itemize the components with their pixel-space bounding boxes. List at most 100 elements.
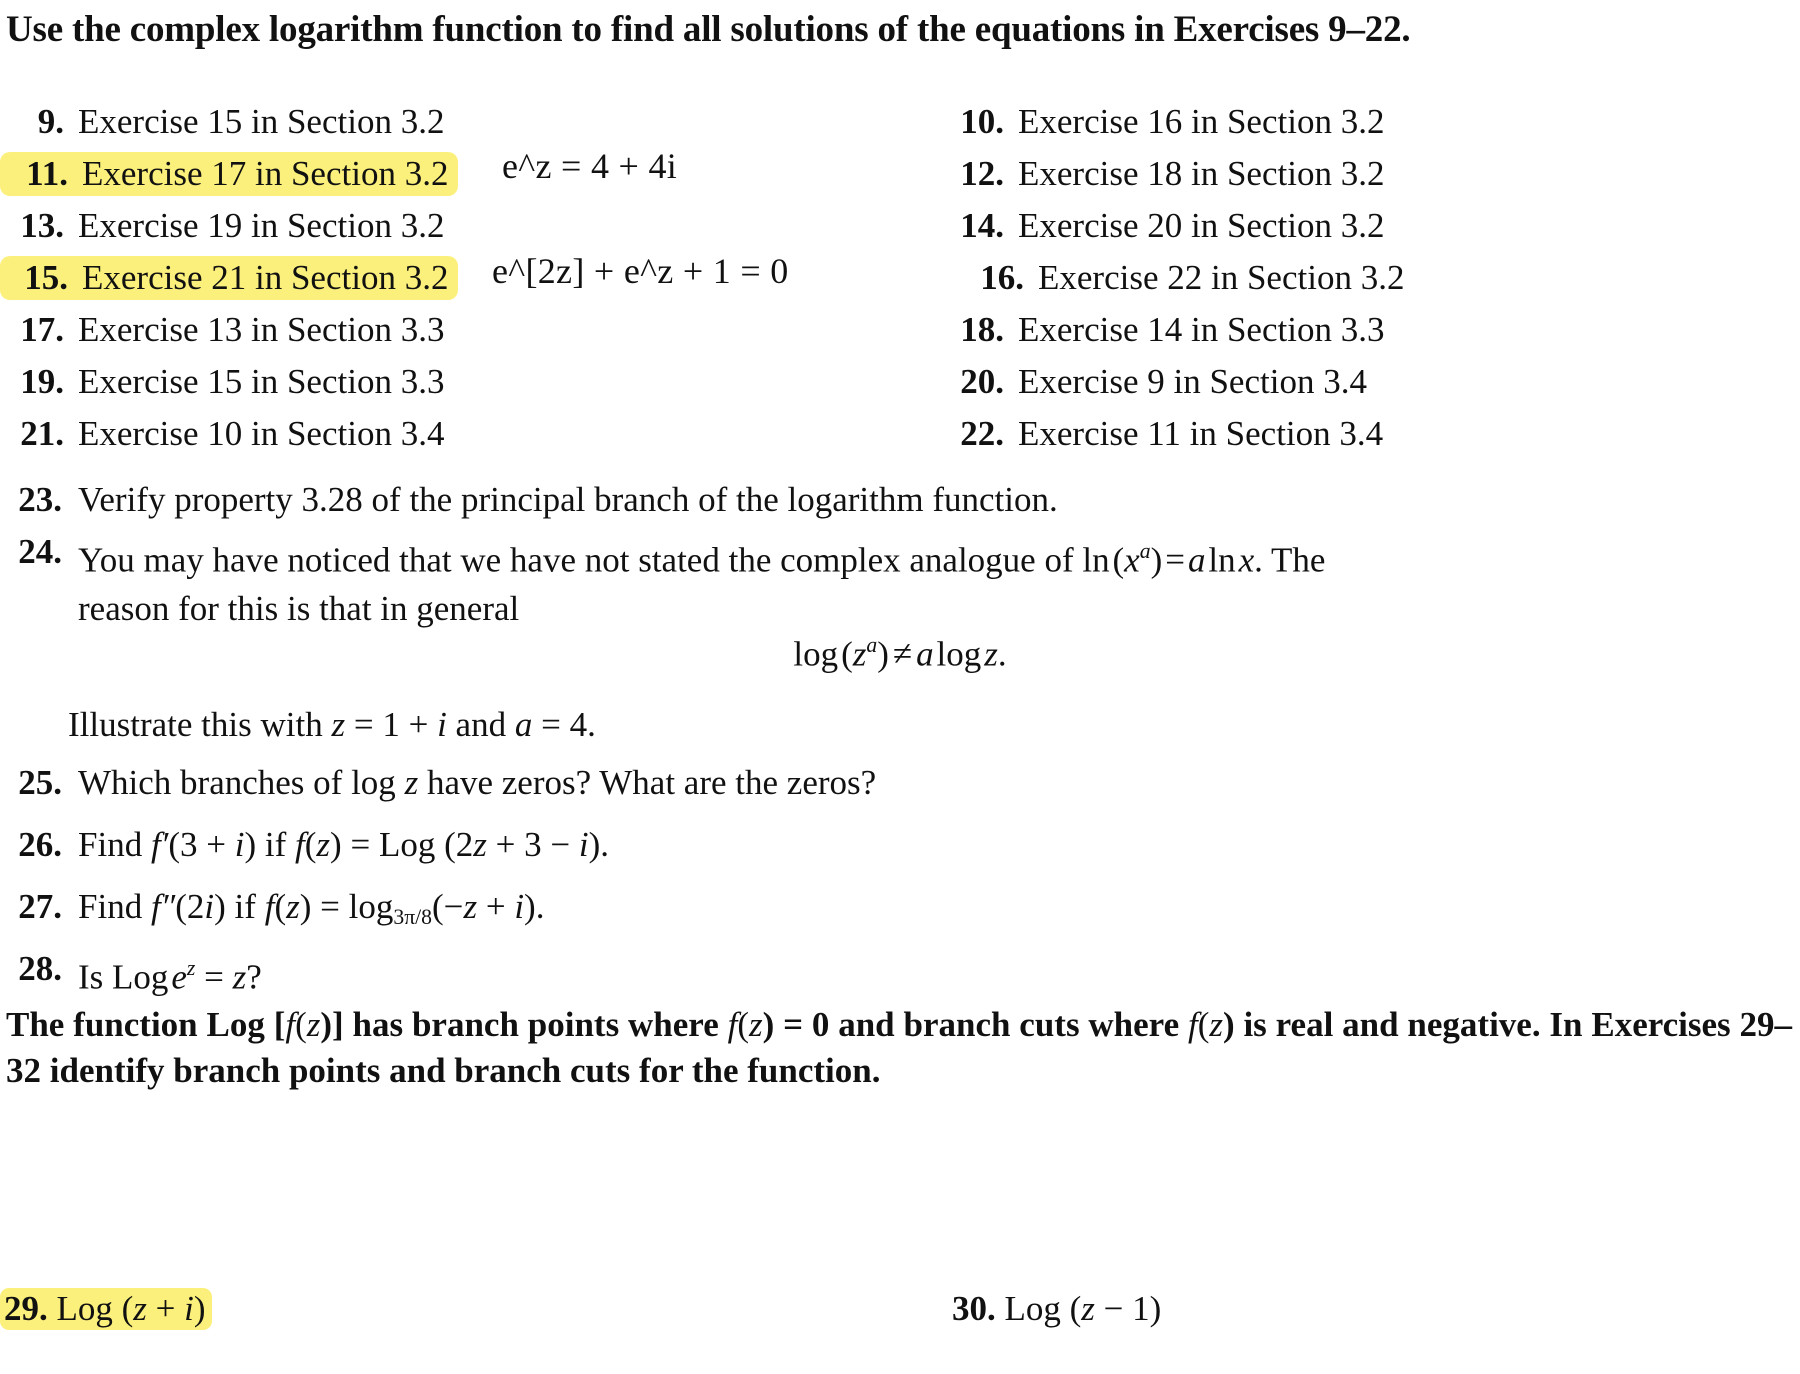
exercise-text: Exercise 13 in Section 3.3 (78, 310, 445, 349)
ex26-equals: ) = (330, 825, 379, 864)
exercise-text: Exercise 14 in Section 3.3 (1018, 310, 1385, 349)
ex26-arg3b: + 3 − (486, 825, 579, 864)
ex24-x-exponent: a (1139, 539, 1151, 563)
ex27-f-double-prime: f″ (150, 887, 176, 926)
para-h: ( (1197, 1005, 1210, 1044)
ex26-f-prime: f′ (150, 825, 169, 864)
branch-points-paragraph: The function Log [f(z)] has branch point… (6, 1002, 1792, 1093)
exercise-number: 15. (24, 258, 68, 297)
ex28-equals: = (195, 957, 233, 997)
exercise-text: Find f″(2i) if f(z) = log3π/8(−z + i). (78, 882, 1760, 942)
para-d: )] has branch points where (320, 1005, 728, 1044)
ex26-f: f (295, 825, 305, 864)
exercise-text: Exercise 9 in Section 3.4 (1018, 362, 1367, 401)
exercise-row: 17. Exercise 13 in Section 3.3 18. Exercis… (0, 308, 1800, 360)
ln-operator-rhs: ln (1208, 540, 1236, 580)
exercise-number: 18. (960, 310, 1004, 349)
exercise-number: 14. (960, 206, 1004, 245)
exercise-text: Exercise 17 in Section 3.2 (82, 154, 449, 193)
exercise-number: 19. (20, 362, 64, 401)
ex29-paren-open: ( (112, 1289, 134, 1328)
exercise-text: Exercise 20 in Section 3.2 (1018, 206, 1385, 245)
exercise-number: 23. (18, 480, 62, 519)
log-capital-operator: Log (1004, 1289, 1061, 1328)
exercise-item-9: 9. Exercise 15 in Section 3.2 (0, 100, 900, 144)
exercise-item-28: 28. Is Log ez = z? (0, 944, 1760, 1001)
exercise-text: Exercise 16 in Section 3.2 (1018, 102, 1385, 141)
para-e: ( (737, 1005, 749, 1044)
ex24-equals: = (1165, 540, 1185, 580)
exercise-text: Find f′(3 + i) if f(z) = Log (2z + 3 − i… (78, 820, 1760, 869)
exercise-number: 10. (960, 102, 1004, 141)
exercise-row: 21. Exercise 10 in Section 3.4 22. Exercis… (0, 412, 1800, 464)
exercise-item-11: 11. Exercise 17 in Section 3.2 (0, 152, 900, 196)
exercise-number: 21. (20, 414, 64, 453)
ex27-arg3c: ). (524, 887, 545, 926)
log-operator-lhs: log (793, 634, 839, 674)
para-z1: z (306, 1005, 321, 1044)
ex26-z3: z (473, 825, 487, 864)
exercise-item-23: 23. Verify property 3.28 of the principa… (0, 475, 1760, 524)
exercise-row: 15. Exercise 21 in Section 3.2 16. Exercis… (0, 256, 1800, 308)
ex24-line1-lead: You may have noticed that we have not st… (78, 540, 1083, 580)
exercise-number: 30. (952, 1289, 996, 1328)
ex24-line2: reason for this is that in general (78, 589, 520, 629)
exercise-text: Which branches of log z have zeros? What… (78, 758, 1760, 807)
ex29-paren-close: ) (193, 1289, 206, 1328)
exercise-item-25: 25. Which branches of log z have zeros? … (0, 758, 1760, 807)
exercise-item-29: 29. Log (z + i) (0, 1288, 212, 1330)
para-lead: The function (6, 1005, 207, 1044)
ex30-operator: − (1094, 1289, 1133, 1328)
exercise-row: 19. Exercise 15 in Section 3.3 20. Exercis… (0, 360, 1800, 412)
display-equation-log-inequality: log (za) ≠ a log z. (793, 633, 1007, 674)
exercise-item-10: 10. Exercise 16 in Section 3.2 (940, 100, 1800, 144)
exercise-item-30: 30. Log (z − 1) (952, 1289, 1161, 1329)
ex27-f: f (264, 887, 275, 926)
eq-a-exponent: a (866, 633, 878, 657)
para-f2: f (727, 1005, 738, 1044)
ln-operator: ln (1082, 540, 1110, 580)
exercise-row: 29. Log (z + i) 30. Log (z − 1) (0, 1288, 1800, 1349)
log-capital-operator: Log (206, 1005, 265, 1044)
exercise-item-19: 19. Exercise 15 in Section 3.3 (0, 360, 900, 404)
exercise-number: 24. (18, 532, 62, 571)
log-capital-operator: Log (378, 825, 436, 864)
ex26-arg1: (3 + (168, 825, 235, 864)
para-z2: z (748, 1005, 763, 1044)
exercise-number: 13. (20, 206, 64, 245)
exercise-number: 27. (18, 887, 62, 926)
illustrate-i-var: i (437, 705, 447, 744)
ex25-prefix: Which branches of log (78, 763, 405, 802)
eq-z-variable: z (984, 634, 998, 674)
exercise-text: Is Log ez = z? (78, 944, 1760, 1001)
ex27-arg1b: ) if (214, 887, 265, 926)
ex25-suffix: have zeros? What are the zeros? (418, 763, 877, 802)
exercise-number: 20. (960, 362, 1004, 401)
ex24-illustrate-line: Illustrate this with z = 1 + i and a = 4… (68, 700, 596, 749)
para-f3: f (1187, 1005, 1198, 1044)
exercise-item-20: 20. Exercise 9 in Section 3.4 (940, 360, 1800, 404)
ex28-z: z (232, 957, 247, 997)
ex28-e: e (171, 957, 187, 997)
exercise-row: 9. Exercise 15 in Section 3.2 10. Exercise… (0, 100, 1800, 152)
exercise-item-17: 17. Exercise 13 in Section 3.3 (0, 308, 900, 352)
exercise-number: 28. (18, 949, 62, 988)
ex27-arg1: (2 (175, 887, 205, 926)
ex30-z: z (1081, 1289, 1095, 1328)
exercise-text: Exercise 18 in Section 3.2 (1018, 154, 1385, 193)
ex30-paren-close: ) (1149, 1289, 1162, 1328)
exercise-number: 22. (960, 414, 1004, 453)
ex27-find: Find (78, 887, 151, 926)
exercise-text: You may have noticed that we have not st… (78, 527, 1790, 633)
exercise-item-27: 27. Find f″(2i) if f(z) = log3π/8(−z + i… (0, 882, 1760, 942)
ex29-operator: + (146, 1289, 185, 1328)
log-capital-operator: Log (56, 1289, 113, 1328)
illustrate-a-value: = 4. (541, 705, 596, 744)
ex27-i1: i (204, 887, 215, 926)
ex27-i3: i (514, 887, 525, 926)
ex24-line1-tail: . The (1254, 540, 1326, 580)
para-c: ( (295, 1005, 307, 1044)
log-operator: log (348, 887, 394, 926)
ex26-arg3c: ). (588, 825, 609, 864)
exercise-item-26: 26. Find f′(3 + i) if f(z) = Log (2z + 3… (0, 820, 1760, 869)
